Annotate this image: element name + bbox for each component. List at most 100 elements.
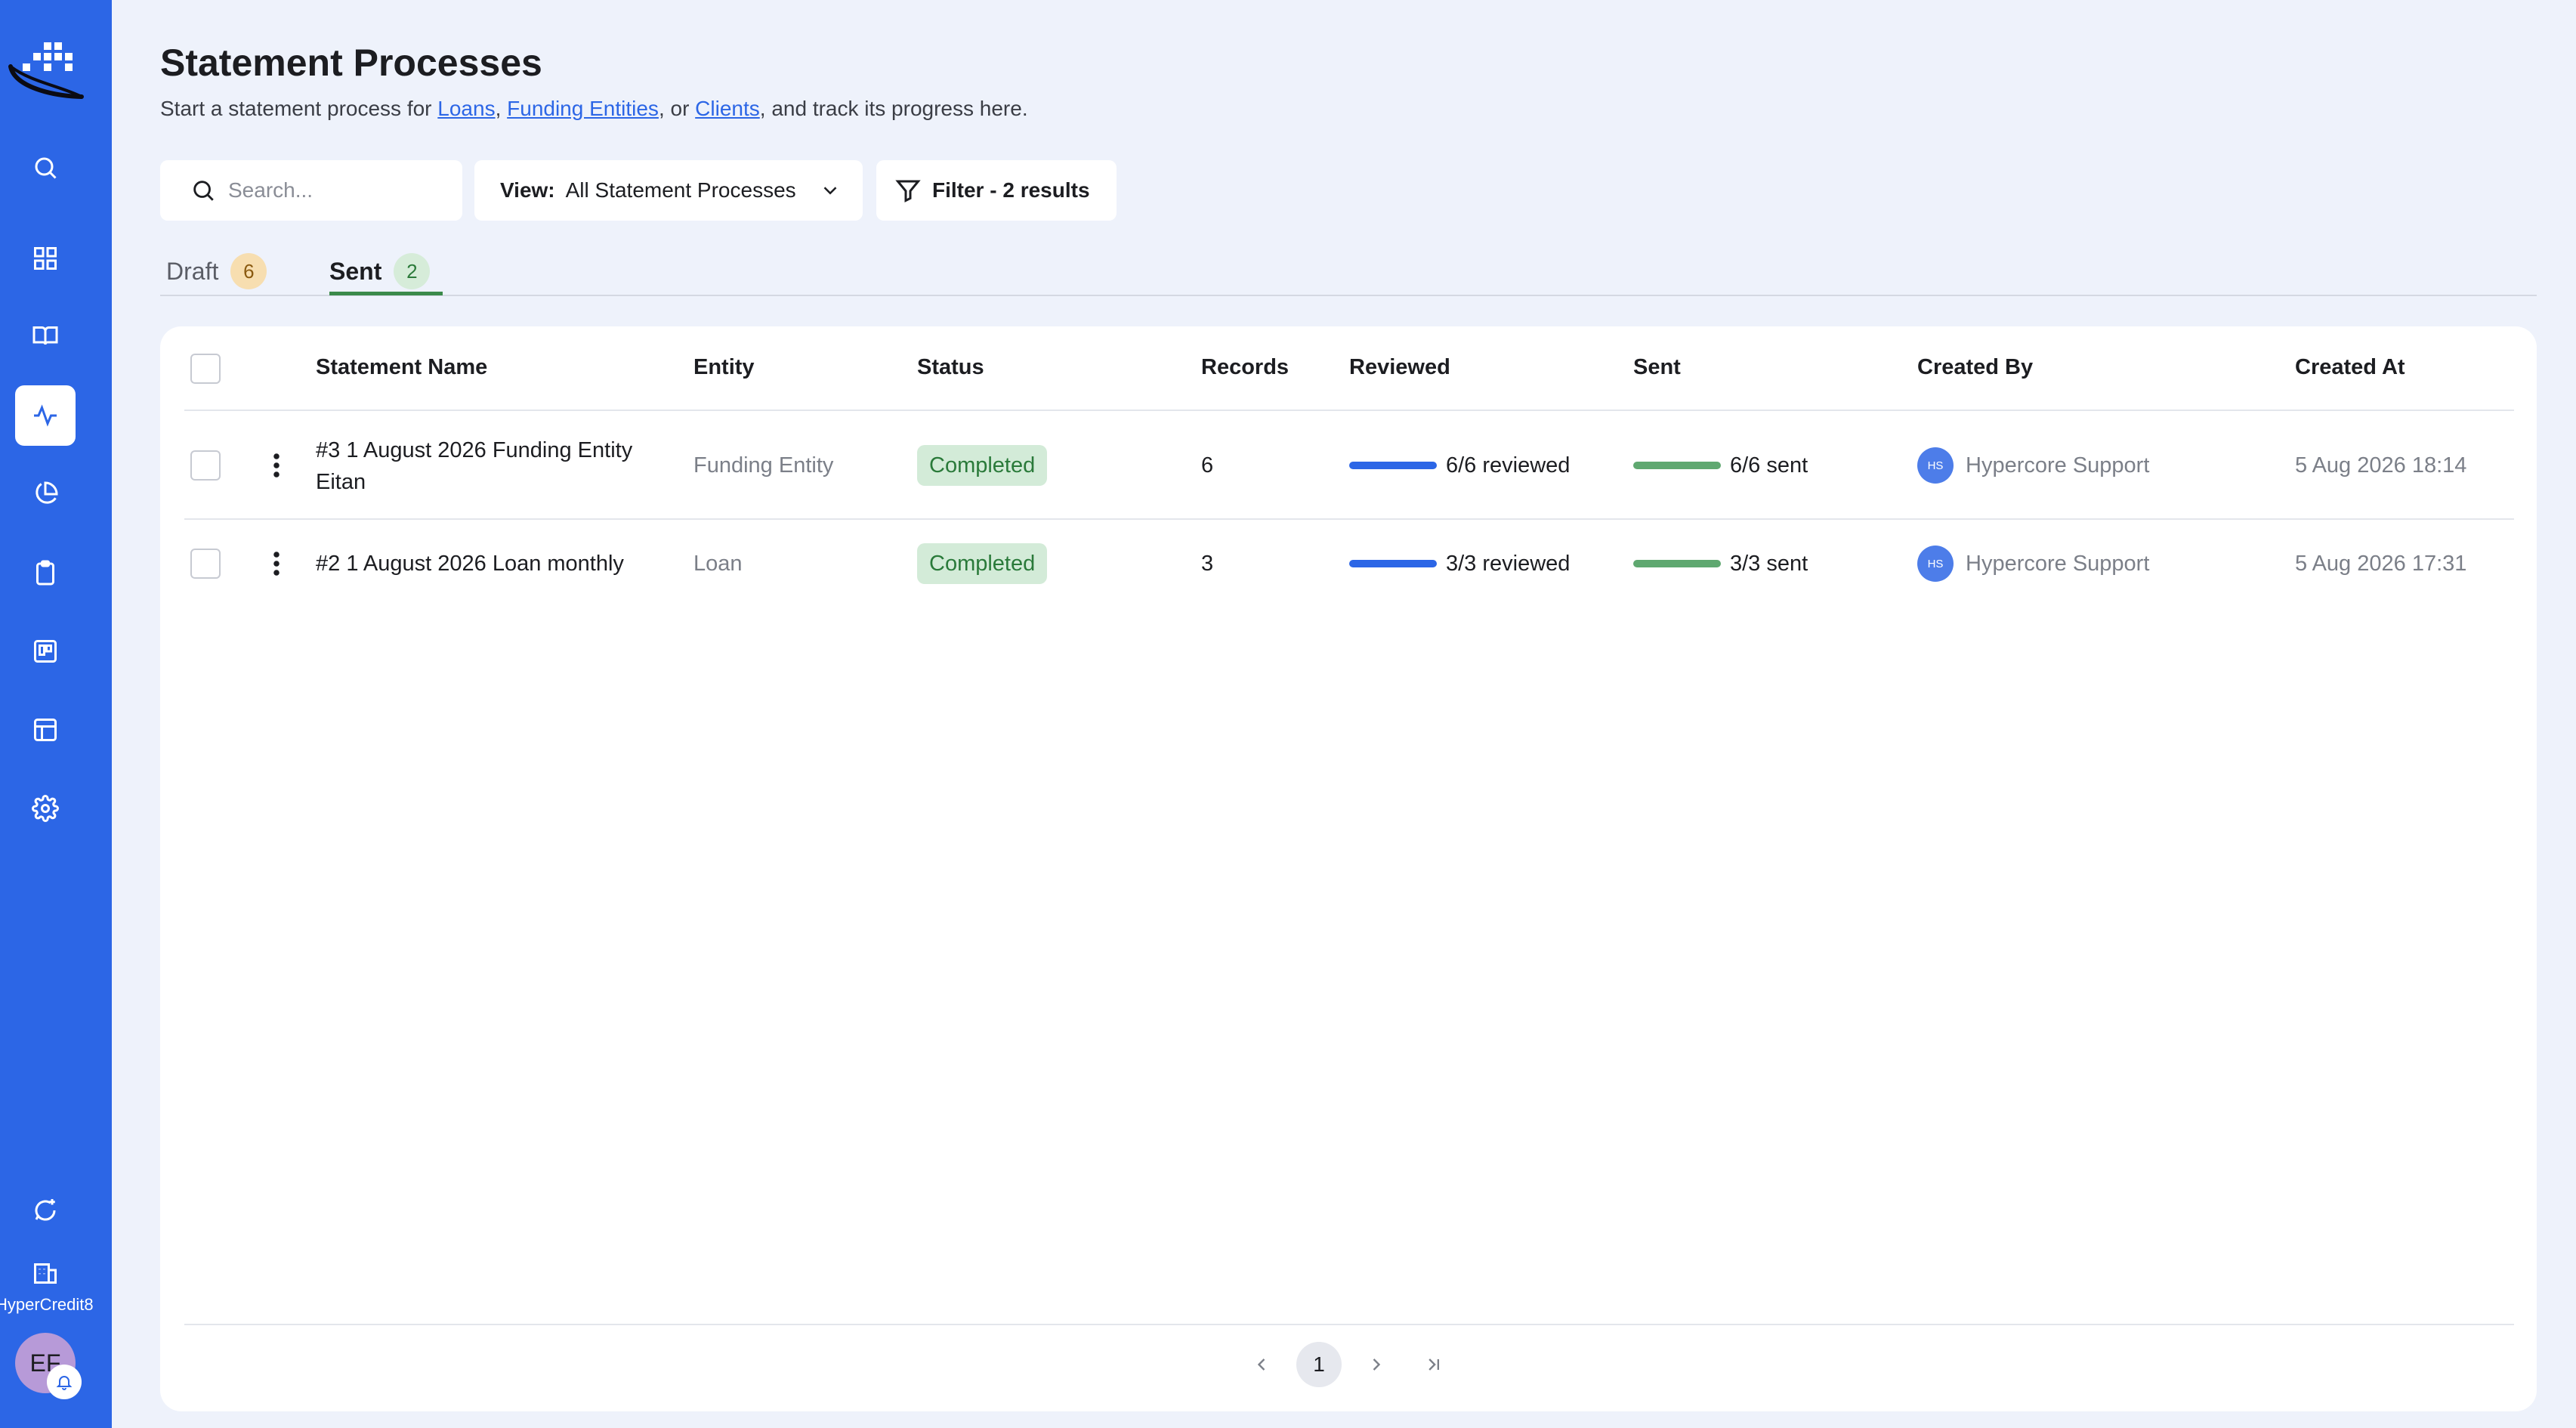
nav-search[interactable] (15, 138, 76, 198)
search-box (160, 160, 462, 221)
nav-support[interactable] (15, 1180, 76, 1241)
more-vertical-icon (273, 453, 280, 478)
reviewed-progress-bar (1349, 462, 1437, 469)
column-header-created-at[interactable]: Created At (2295, 355, 2405, 382)
row-checkbox[interactable] (190, 450, 221, 481)
subtitle-prefix: Start a statement process for (160, 97, 438, 120)
column-header-records[interactable]: Records (1201, 355, 1289, 382)
sent-text: 6/6 sent (1730, 453, 1808, 478)
table-icon (34, 719, 57, 741)
tabs-divider (160, 295, 2537, 296)
sent-progress-bar (1633, 560, 1721, 567)
nav-board[interactable] (15, 621, 76, 682)
funding-entities-link[interactable]: Funding Entities (507, 97, 659, 120)
column-header-statement-name[interactable]: Statement Name (316, 355, 487, 382)
tab-sent-count: 2 (394, 253, 431, 289)
column-header-sent[interactable]: Sent (1633, 355, 1681, 382)
reviewed-progress-bar (1349, 560, 1437, 567)
app-logo-icon[interactable] (8, 36, 85, 104)
search-input[interactable] (228, 178, 440, 202)
created-by-cell: Hypercore Support (1966, 453, 2150, 478)
created-at-cell: 5 Aug 2026 18:14 (2295, 453, 2467, 478)
notification-badge[interactable] (47, 1365, 82, 1399)
view-value: All Statement Processes (565, 178, 796, 202)
avatar: HS (1917, 447, 1954, 484)
records-cell: 6 (1201, 453, 1214, 478)
chevron-left-icon (1257, 1358, 1265, 1371)
tab-draft[interactable]: Draft 6 (166, 246, 267, 296)
status-badge: Completed (917, 543, 1048, 584)
column-header-status[interactable]: Status (917, 355, 984, 382)
entity-cell: Funding Entity (693, 453, 834, 478)
last-page-button[interactable] (1411, 1342, 1456, 1387)
nav-activity[interactable] (15, 385, 76, 446)
tab-sent-label: Sent (329, 257, 382, 285)
subtitle-suffix: , and track its progress here. (759, 97, 1028, 120)
filter-label: Filter - 2 results (932, 178, 1090, 202)
reviewed-text: 3/3 reviewed (1446, 552, 1571, 576)
previous-page-button[interactable] (1239, 1342, 1284, 1387)
filter-button[interactable]: Filter - 2 results (876, 160, 1117, 221)
page-subtitle: Start a statement process for Loans, Fun… (160, 97, 1028, 121)
search-icon (35, 157, 57, 179)
created-by-cell: Hypercore Support (1966, 552, 2150, 576)
filter-icon (895, 180, 921, 202)
column-header-reviewed[interactable]: Reviewed (1349, 355, 1450, 382)
statement-table-card (160, 326, 2537, 1411)
reviewed-text: 6/6 reviewed (1446, 453, 1571, 478)
column-header-entity[interactable]: Entity (693, 355, 755, 382)
page-number-current[interactable]: 1 (1296, 1342, 1342, 1387)
pagination-divider (184, 1324, 2514, 1325)
chevron-right-icon (1373, 1358, 1381, 1371)
book-icon (32, 326, 58, 345)
row-divider (184, 518, 2514, 520)
search-icon (193, 181, 214, 201)
subtitle-separator: , (495, 97, 508, 120)
tab-draft-count: 6 (230, 253, 267, 289)
statement-name[interactable]: #2 1 August 2026 Loan monthly (316, 547, 624, 580)
more-vertical-icon (273, 552, 280, 576)
view-label: View: (500, 178, 555, 202)
nav-reports[interactable] (15, 464, 76, 524)
nav-settings[interactable] (15, 778, 76, 839)
dashboard-icon (34, 247, 57, 270)
view-dropdown[interactable]: View: All Statement Processes (474, 160, 863, 221)
building-icon (34, 1263, 57, 1284)
bell-icon (56, 1376, 73, 1390)
tab-sent[interactable]: Sent 2 (329, 246, 434, 296)
nav-library[interactable] (15, 305, 76, 366)
status-badge: Completed (917, 445, 1048, 486)
nav-dashboard[interactable] (15, 228, 76, 289)
activity-icon (34, 404, 57, 427)
subtitle-separator: , or (658, 97, 696, 120)
header-divider (184, 410, 2514, 411)
sent-text: 3/3 sent (1730, 552, 1808, 576)
page-title: Statement Processes (160, 42, 542, 84)
loans-link[interactable]: Loans (437, 97, 495, 120)
clients-link[interactable]: Clients (695, 97, 760, 120)
avatar: HS (1917, 546, 1954, 582)
sidebar: HyperCredit8 EF (0, 0, 112, 1428)
entity-cell: Loan (693, 552, 743, 576)
nav-tables[interactable] (15, 700, 76, 760)
created-at-cell: 5 Aug 2026 17:31 (2295, 552, 2467, 576)
tab-draft-label: Draft (166, 257, 219, 285)
statement-name-continued[interactable]: Eitan (316, 465, 366, 499)
sent-progress-bar (1633, 462, 1721, 469)
records-cell: 3 (1201, 552, 1214, 576)
select-all-checkbox[interactable] (190, 354, 221, 384)
organization-name: HyperCredit8 (0, 1295, 94, 1314)
next-page-button[interactable] (1354, 1342, 1399, 1387)
kanban-icon (34, 640, 57, 663)
nav-tasks[interactable] (15, 542, 76, 603)
row-actions-button[interactable] (261, 449, 292, 482)
chevron-down-icon (823, 187, 837, 195)
statement-name[interactable]: #3 1 August 2026 Funding Entity (316, 434, 632, 467)
nav-organization[interactable] (15, 1242, 76, 1303)
chevrons-last-icon (1429, 1358, 1439, 1371)
clipboard-icon (36, 560, 54, 586)
row-checkbox[interactable] (190, 549, 221, 579)
row-actions-button[interactable] (261, 547, 292, 580)
active-tab-indicator (329, 292, 443, 295)
column-header-created-by[interactable]: Created By (1917, 355, 2033, 382)
